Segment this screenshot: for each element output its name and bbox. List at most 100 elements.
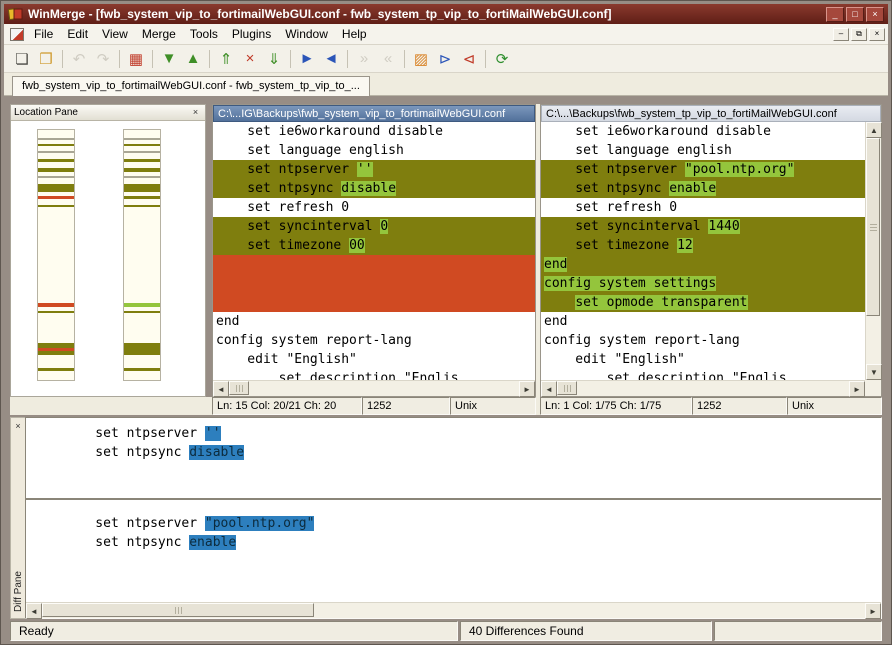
code-line[interactable]: end (541, 312, 865, 331)
first-difference-button[interactable]: ⇑ (214, 47, 238, 70)
minimize-icon[interactable]: _ (826, 7, 844, 22)
code-line[interactable]: set syncinterval 1440 (541, 217, 865, 236)
menu-tools[interactable]: Tools (183, 24, 225, 44)
scroll-right-icon[interactable]: ► (849, 381, 865, 397)
scroll-up-icon[interactable]: ▲ (866, 122, 882, 138)
location-pane-close-icon[interactable]: × (189, 107, 202, 119)
left-code[interactable]: set ie6workaround disable set language e… (213, 122, 535, 380)
new-file-button[interactable]: ❏ (10, 47, 34, 70)
open-button[interactable]: ❒ (34, 47, 58, 70)
code-line[interactable]: end (541, 255, 865, 274)
code-line[interactable]: set ntpserver "pool.ntp.org" (26, 514, 881, 533)
mdi-document-icon[interactable] (10, 28, 24, 41)
code-line[interactable]: set language english (541, 141, 865, 160)
location-bar-right[interactable] (123, 129, 161, 381)
close-icon[interactable]: × (866, 7, 884, 22)
scrollbar-thumb[interactable] (229, 381, 249, 395)
code-line[interactable]: set ntpsync disable (213, 179, 535, 198)
code-line[interactable]: set ie6workaround disable (541, 122, 865, 141)
mdi-close-icon[interactable]: × (869, 28, 885, 41)
scrollbar-track[interactable] (249, 381, 519, 396)
toolbar: ❏❒ ↶↷ ▦ ▼▲ ⇑×⇓ ►◄ »« ▨⊳⊲ ⟳ (4, 45, 888, 73)
code-line[interactable]: set ntpserver '' (213, 160, 535, 179)
menu-merge[interactable]: Merge (135, 24, 183, 44)
left-horizontal-scrollbar[interactable]: ◄ ► (213, 380, 535, 396)
scrollbar-track[interactable] (866, 316, 881, 364)
menu-view[interactable]: View (95, 24, 135, 44)
copy-left-and-advance-button[interactable]: ⊲ (457, 47, 481, 70)
code-line[interactable]: set ntpsync disable (26, 443, 881, 462)
menu-help[interactable]: Help (335, 24, 374, 44)
location-bar-left[interactable] (37, 129, 75, 381)
mdi-minimize-icon[interactable]: – (833, 28, 849, 41)
code-line[interactable]: config system report-lang (541, 331, 865, 350)
code-line[interactable]: set opmode transparent (541, 293, 865, 312)
copy-left-button[interactable]: ◄ (319, 47, 343, 70)
left-file-header[interactable]: C:\...IG\Backups\fwb_system_vip_to_forti… (213, 105, 535, 122)
redo-button[interactable]: ↷ (91, 47, 115, 70)
code-line[interactable] (213, 274, 535, 293)
code-line[interactable] (213, 293, 535, 312)
code-line[interactable]: set description "Englis (213, 369, 535, 380)
scrollbar-thumb[interactable] (557, 381, 577, 395)
code-line[interactable]: set timezone 12 (541, 236, 865, 255)
undo-button[interactable]: ↶ (67, 47, 91, 70)
diff-bottom-code[interactable]: set ntpserver "pool.ntp.org" set ntpsync… (26, 500, 881, 602)
refresh-button[interactable]: ⟳ (490, 47, 514, 70)
next-difference-button[interactable]: ▼ (157, 47, 181, 70)
vertical-scrollbar[interactable]: ▲ ▼ (865, 122, 881, 380)
code-line[interactable]: set timezone 00 (213, 236, 535, 255)
auto-merge-button[interactable]: ▨ (409, 47, 433, 70)
menu-plugins[interactable]: Plugins (225, 24, 278, 44)
right-file-header[interactable]: C:\...\Backups\fwb_system_tp_vip_to_fort… (541, 105, 881, 122)
code-line[interactable]: config system settings (541, 274, 865, 293)
scroll-left-icon[interactable]: ◄ (213, 381, 229, 397)
scroll-down-icon[interactable]: ▼ (866, 364, 882, 380)
copy-all-right-button[interactable]: » (352, 47, 376, 70)
code-line[interactable]: edit "English" (213, 350, 535, 369)
code-line[interactable]: set syncinterval 0 (213, 217, 535, 236)
copy-right-and-advance-button[interactable]: ⊳ (433, 47, 457, 70)
right-code[interactable]: set ie6workaround disable set language e… (541, 122, 865, 380)
code-line[interactable]: set language english (213, 141, 535, 160)
code-line[interactable]: edit "English" (541, 350, 865, 369)
code-line[interactable]: set refresh 0 (541, 198, 865, 217)
file-compare-tab[interactable]: fwb_system_vip_to_fortimailWebGUI.conf -… (12, 76, 370, 96)
select-lines-button[interactable]: ▦ (124, 47, 148, 70)
title-bar[interactable]: WinMerge - [fwb_system_vip_to_fortimailW… (4, 4, 888, 24)
menu-file[interactable]: File (27, 24, 60, 44)
scrollbar-thumb[interactable] (866, 138, 880, 316)
current-difference-button[interactable]: × (238, 47, 262, 70)
diff-top-code[interactable]: set ntpserver '' set ntpsync disable (26, 418, 881, 498)
code-line[interactable] (213, 255, 535, 274)
code-segment: set ntpsync (64, 445, 189, 460)
code-line[interactable]: set ntpsync enable (26, 533, 881, 552)
diff-pane-close-icon[interactable]: × (12, 420, 25, 432)
code-line[interactable]: set refresh 0 (213, 198, 535, 217)
copy-all-left-button[interactable]: « (376, 47, 400, 70)
scroll-right-icon[interactable]: ► (865, 603, 881, 619)
scrollbar-track[interactable] (314, 603, 865, 618)
scrollbar-thumb[interactable] (42, 603, 314, 617)
last-difference-button[interactable]: ⇓ (262, 47, 286, 70)
code-line[interactable]: set ie6workaround disable (213, 122, 535, 141)
copy-right-button[interactable]: ► (295, 47, 319, 70)
scrollbar-track[interactable] (577, 381, 849, 396)
code-line[interactable]: set ntpsync enable (541, 179, 865, 198)
menu-edit[interactable]: Edit (60, 24, 95, 44)
scroll-left-icon[interactable]: ◄ (26, 603, 42, 619)
code-line[interactable]: end (213, 312, 535, 331)
mdi-restore-icon[interactable]: ⧉ (851, 28, 867, 41)
right-horizontal-scrollbar[interactable]: ◄ ► (541, 380, 865, 396)
diff-stripe (124, 176, 160, 178)
code-line[interactable]: set ntpserver "pool.ntp.org" (541, 160, 865, 179)
code-line[interactable]: set ntpserver '' (26, 424, 881, 443)
diff-horizontal-scrollbar[interactable]: ◄ ► (26, 602, 881, 618)
maximize-icon[interactable]: □ (846, 7, 864, 22)
scroll-right-icon[interactable]: ► (519, 381, 535, 397)
menu-window[interactable]: Window (278, 24, 335, 44)
code-line[interactable]: config system report-lang (213, 331, 535, 350)
previous-difference-button[interactable]: ▲ (181, 47, 205, 70)
code-line[interactable]: set description "Englis (541, 369, 865, 380)
scroll-left-icon[interactable]: ◄ (541, 381, 557, 397)
